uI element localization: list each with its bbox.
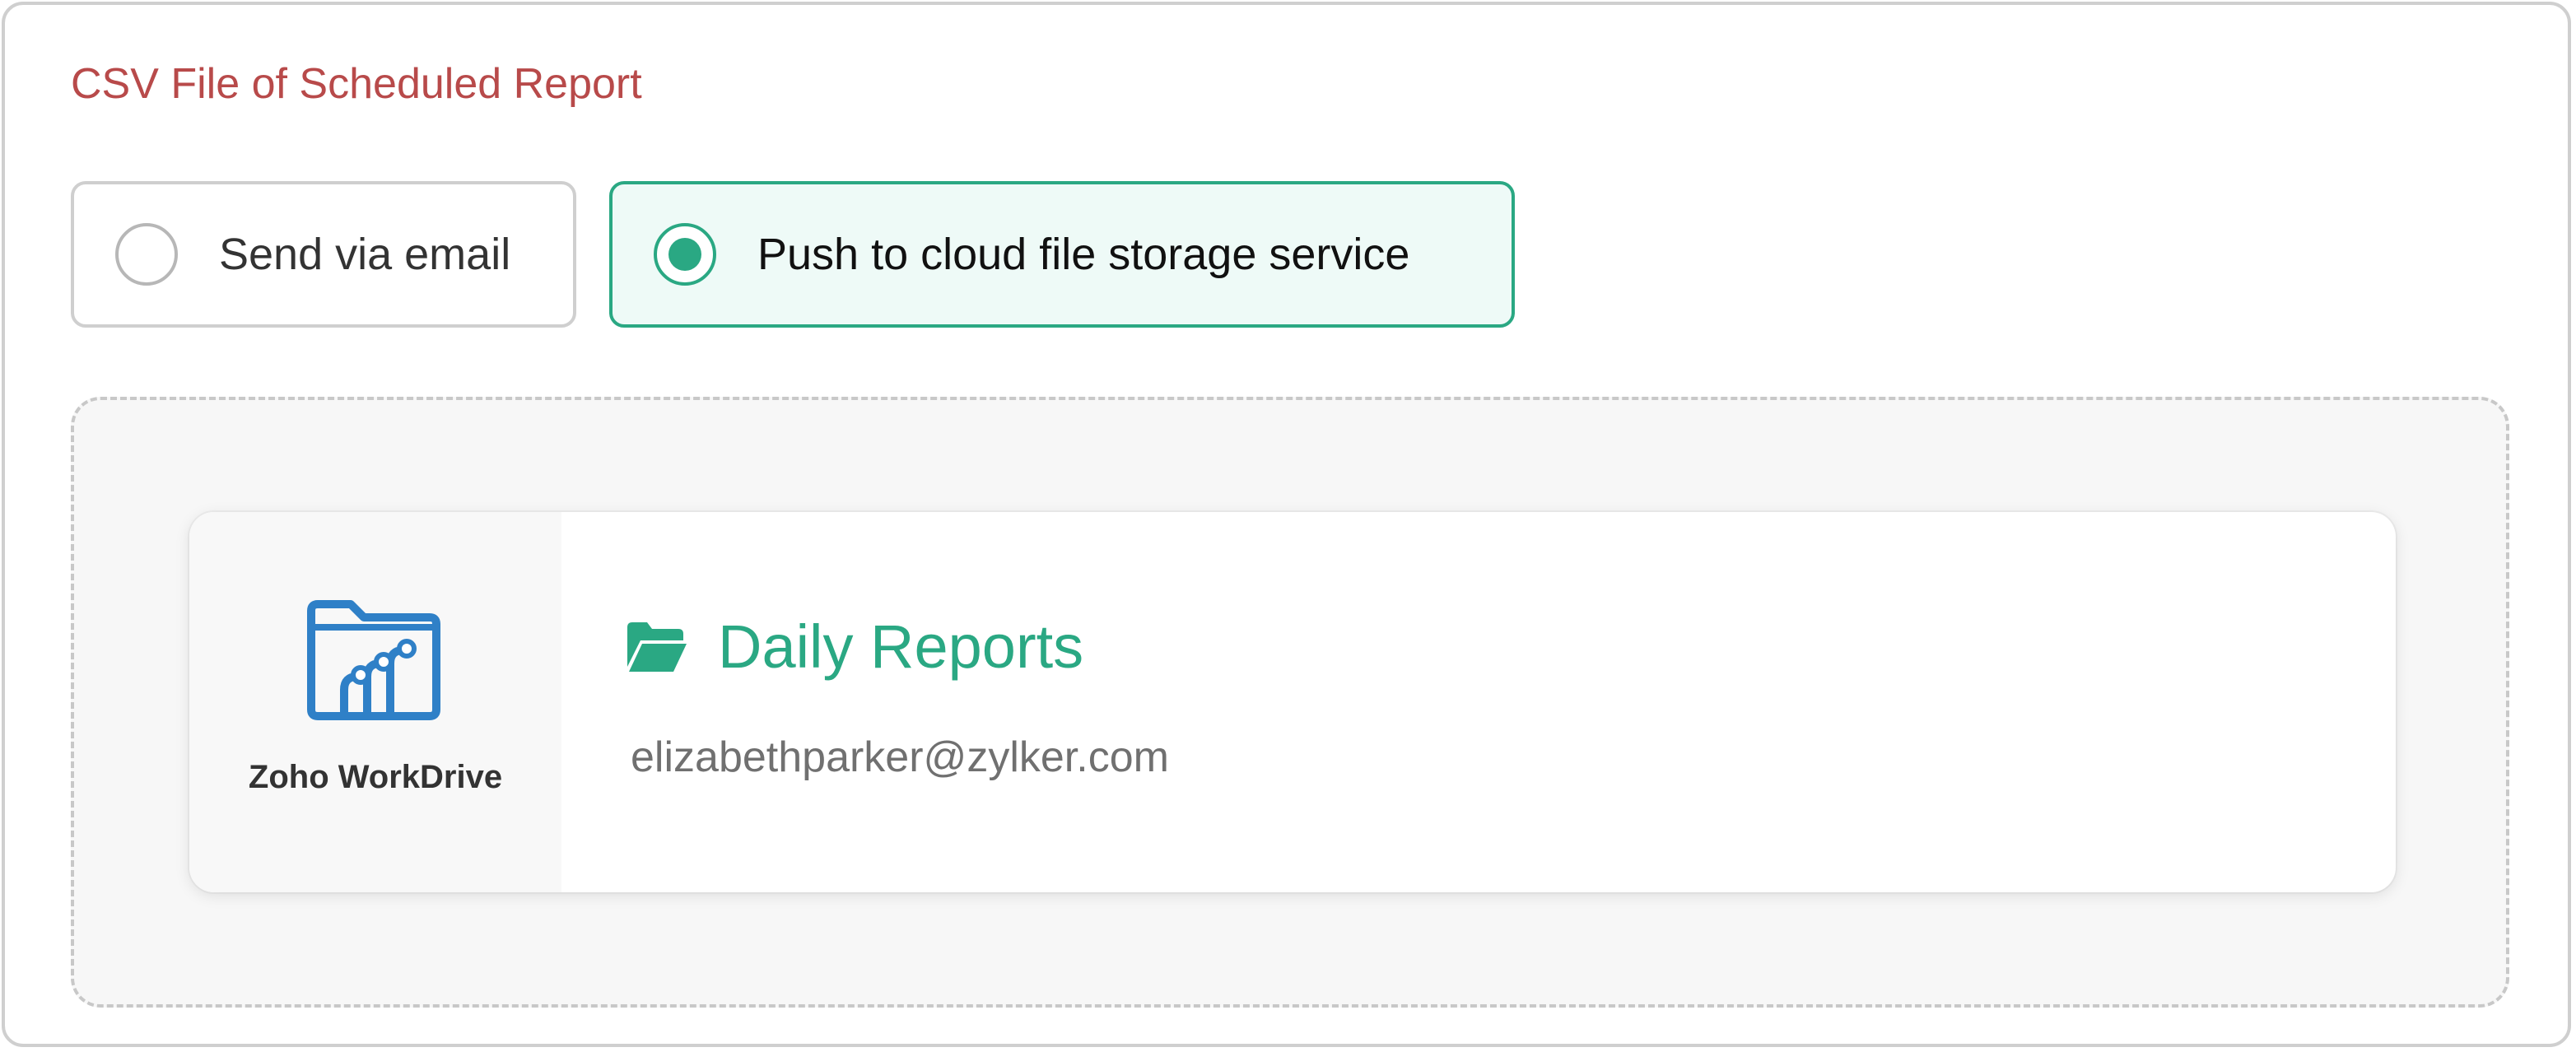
service-side-panel: Zoho WorkDrive [189, 512, 561, 892]
folder-open-icon [627, 622, 687, 672]
section-title: CSV File of Scheduled Report [71, 60, 642, 108]
radio-selected-dot [668, 238, 701, 271]
send-via-email-radio[interactable] [115, 223, 178, 286]
destination-folder-name[interactable]: Daily Reports [718, 606, 1083, 688]
cloud-destination-area: Zoho WorkDrive Daily Reports elizabethpa… [71, 397, 2509, 1008]
scheduled-report-csv-panel: CSV File of Scheduled Report Send via em… [2, 2, 2571, 1047]
account-email: elizabethparker@zylker.com [631, 733, 1169, 781]
send-via-email-option[interactable]: Send via email [71, 181, 576, 328]
service-name: Zoho WorkDrive [248, 759, 503, 795]
send-via-email-label: Send via email [219, 230, 511, 279]
push-to-cloud-option[interactable]: Push to cloud file storage service [609, 181, 1515, 328]
push-to-cloud-label: Push to cloud file storage service [757, 230, 1410, 279]
push-to-cloud-radio[interactable] [654, 223, 716, 286]
zoho-workdrive-logo-icon [307, 600, 440, 720]
cloud-service-card[interactable]: Zoho WorkDrive Daily Reports elizabethpa… [189, 512, 2396, 892]
